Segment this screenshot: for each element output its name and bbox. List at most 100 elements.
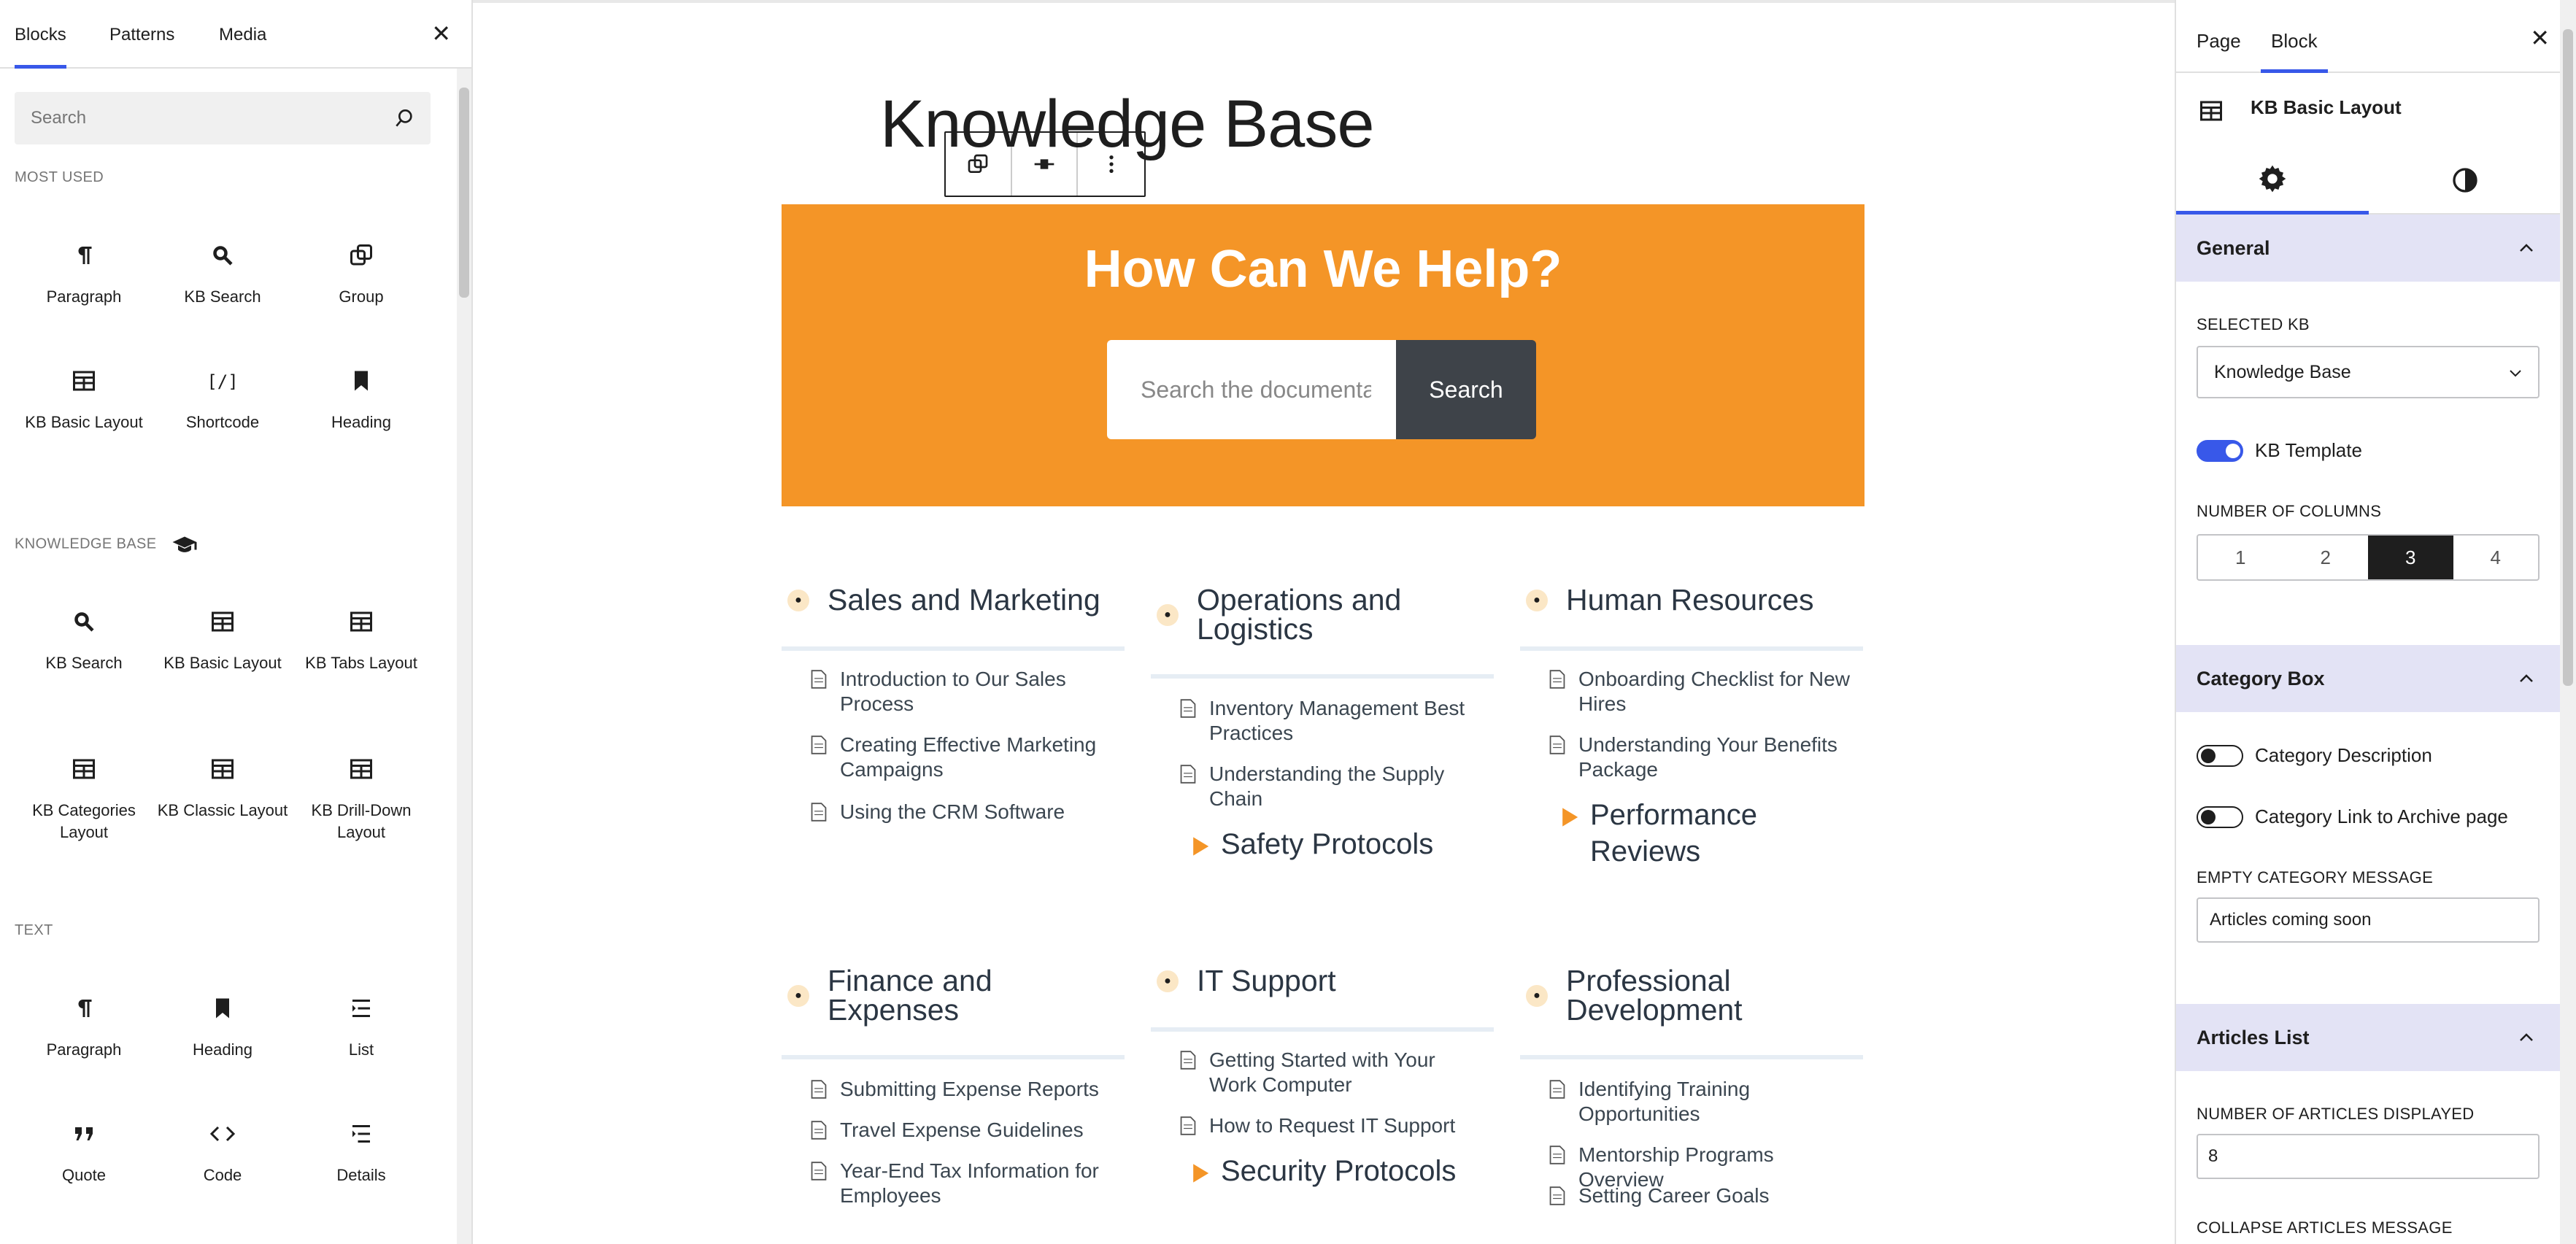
article-link[interactable]: Understanding the Supply Chain (1180, 762, 1486, 811)
block-kb-basic-layout[interactable]: KB Basic Layout (153, 609, 292, 674)
article-title: Understanding Your Benefits Package (1578, 733, 1837, 781)
article-link[interactable]: Onboarding Checklist for New Hires (1549, 667, 1856, 716)
tab-media[interactable]: Media (219, 0, 266, 69)
article-link[interactable]: Using the CRM Software (811, 800, 1117, 824)
details-icon (352, 1125, 370, 1143)
column-option[interactable]: 4 (2453, 536, 2539, 579)
block-list[interactable]: List (292, 995, 431, 1061)
kb-template-toggle[interactable]: KB Template (2197, 438, 2362, 463)
code-icon (209, 1126, 236, 1142)
selected-kb-select[interactable]: Knowledge Base (2197, 346, 2540, 398)
article-title: Onboarding Checklist for New Hires (1578, 668, 1850, 715)
block-shortcode[interactable]: [/] Shortcode (153, 368, 292, 433)
category-title[interactable]: Finance and Expenses (828, 966, 1119, 1025)
category-title[interactable]: Sales and Marketing (828, 585, 1119, 615)
block-code[interactable]: Code (153, 1121, 292, 1186)
block-kb-basic-layout[interactable]: KB Basic Layout (15, 368, 153, 433)
block-kb-classic-layout[interactable]: KB Classic Layout (153, 756, 292, 822)
block-kb-search[interactable]: KB Search (153, 242, 292, 308)
panel-articles-list[interactable]: Articles List (2176, 1004, 2561, 1071)
category-divider (1151, 1027, 1494, 1032)
page-title[interactable]: Knowledge Base (880, 86, 1374, 163)
articles-count-input[interactable]: 8 (2197, 1134, 2540, 1179)
article-link[interactable]: Getting Started with Your Work Computer (1180, 1048, 1486, 1097)
article-link[interactable]: Travel Expense Guidelines (811, 1118, 1117, 1143)
inserter-scrollbar[interactable] (457, 69, 471, 1244)
select-value: Knowledge Base (2214, 362, 2351, 382)
column-option[interactable]: 1 (2198, 536, 2283, 579)
category-title[interactable]: IT Support (1197, 966, 1489, 996)
search-placeholder: Search the documentation... (1141, 376, 1371, 403)
article-link[interactable]: Year-End Tax Information for Employees (811, 1159, 1117, 1208)
panel-category-box[interactable]: Category Box (2176, 645, 2561, 712)
field-label: EMPTY CATEGORY MESSAGE (2197, 868, 2434, 886)
article-title: Year-End Tax Information for Employees (840, 1159, 1099, 1207)
block-kb-tabs-layout[interactable]: KB Tabs Layout (292, 609, 431, 674)
block-paragraph[interactable]: Paragraph (15, 995, 153, 1061)
scrollbar-thumb[interactable] (459, 88, 469, 298)
settings-scrollbar[interactable] (2560, 0, 2576, 1244)
tab-page[interactable]: Page (2197, 0, 2241, 73)
panel-general[interactable]: General (2176, 215, 2561, 282)
tab-settings[interactable] (2176, 146, 2369, 215)
article-link[interactable]: Introduction to Our Sales Process (811, 667, 1117, 716)
document-icon (1549, 1080, 1565, 1099)
category-archive-link-toggle[interactable]: Category Link to Archive page (2197, 804, 2508, 829)
kb-search-button[interactable]: Search (1396, 340, 1536, 439)
close-icon[interactable]: ✕ (2530, 26, 2550, 50)
gear-icon (2259, 165, 2286, 192)
tab-styles[interactable] (2369, 146, 2561, 215)
close-icon[interactable]: ✕ (431, 22, 451, 45)
tab-patterns[interactable]: Patterns (109, 0, 174, 69)
subcategory-title: Safety Protocols (1221, 828, 1434, 860)
article-link[interactable]: Setting Career Goals (1549, 1183, 1856, 1208)
block-label: KB Categories Layout (32, 801, 136, 841)
block-label: KB Drill-Down Layout (311, 801, 412, 841)
panel-title: General (2197, 237, 2270, 259)
article-link[interactable]: How to Request IT Support (1180, 1113, 1486, 1138)
category-title[interactable]: Human Resources (1566, 585, 1858, 615)
search-icon (213, 246, 233, 266)
scrollbar-thumb[interactable] (2563, 29, 2573, 686)
block-kb-drill-down-layout[interactable]: KB Drill-Down Layout (292, 756, 431, 843)
kb-search-input[interactable]: Search the documentation... (1107, 340, 1396, 439)
article-link[interactable]: Creating Effective Marketing Campaigns (811, 733, 1117, 782)
block-quote[interactable]: Quote (15, 1121, 153, 1186)
category-box: ● Operations and Logistics Inventory Mana… (1151, 585, 1494, 860)
article-link[interactable]: Identifying Training Opportunities (1549, 1077, 1856, 1127)
block-kb-categories-layout[interactable]: KB Categories Layout (15, 756, 153, 843)
tab-blocks[interactable]: Blocks (15, 0, 66, 69)
block-heading[interactable]: Heading (153, 995, 292, 1061)
toggle-switch[interactable] (2197, 440, 2243, 462)
category-description-toggle[interactable]: Category Description (2197, 743, 2432, 768)
block-kb-search[interactable]: KB Search (15, 609, 153, 674)
category-icon: ● (1526, 590, 1548, 611)
category-title[interactable]: Operations and Logistics (1197, 585, 1489, 644)
block-label: Shortcode (185, 413, 260, 431)
subcategory-folder[interactable]: Security Protocols (1190, 1153, 1482, 1189)
block-label: Group (339, 287, 384, 306)
block-paragraph[interactable]: Paragraph (15, 242, 153, 308)
category-title[interactable]: Professional Development (1566, 966, 1858, 1025)
block-inserter-panel: Blocks Patterns Media ✕ Search MOST USED… (0, 0, 473, 1244)
block-search-input[interactable]: Search (15, 92, 431, 144)
article-link[interactable]: Understanding Your Benefits Package (1549, 733, 1856, 782)
article-link[interactable]: Submitting Expense Reports (811, 1077, 1117, 1102)
block-details[interactable]: Details (292, 1121, 431, 1186)
subcategory-folder[interactable]: Performance Reviews (1559, 797, 1851, 870)
column-option-selected[interactable]: 3 (2368, 536, 2453, 579)
tab-block[interactable]: Block (2261, 0, 2328, 73)
article-title: Travel Expense Guidelines (840, 1119, 1084, 1141)
table-icon (350, 759, 372, 779)
empty-category-message-input[interactable]: Articles coming soon (2197, 897, 2540, 943)
block-label: List (348, 1040, 374, 1059)
subcategory-folder[interactable]: Safety Protocols (1190, 826, 1482, 862)
article-link[interactable]: Inventory Management Best Practices (1180, 696, 1486, 746)
toggle-switch[interactable] (2197, 806, 2243, 828)
block-heading[interactable]: Heading (292, 368, 431, 433)
editor-canvas: Knowledge Base How Can We Help? Search t… (473, 0, 2175, 1244)
settings-style-tabs (2176, 146, 2561, 215)
block-group[interactable]: Group (292, 242, 431, 308)
toggle-switch[interactable] (2197, 745, 2243, 767)
column-option[interactable]: 2 (2283, 536, 2369, 579)
